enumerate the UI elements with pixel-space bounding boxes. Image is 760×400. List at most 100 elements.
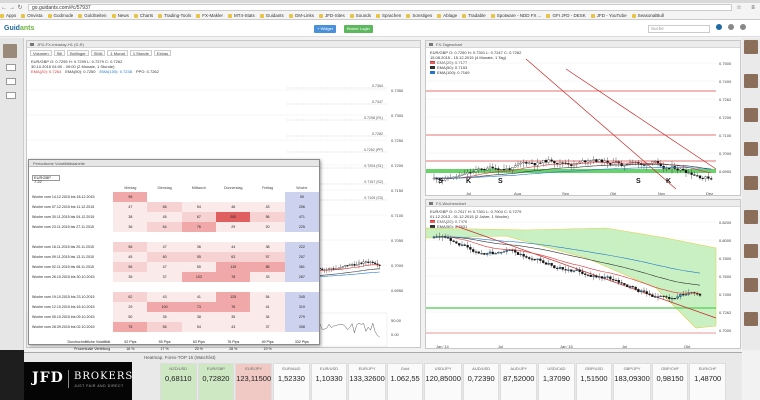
- search-input[interactable]: Suche: [648, 25, 710, 33]
- toolbar-item-3[interactable]: SMA: [90, 50, 106, 56]
- forward-icon[interactable]: →: [8, 5, 16, 11]
- avatar[interactable]: [744, 210, 758, 224]
- avatar[interactable]: [744, 142, 758, 156]
- heatmap-cell[interactable]: AUD/USD 0,72390: [462, 363, 500, 400]
- row-label: Woche vom 12.10.2015 bis 16.10.2015: [32, 305, 95, 309]
- pivot-label: 0.7109 (S3): [364, 196, 383, 200]
- bookmark-7[interactable]: FX-Makler: [196, 13, 223, 18]
- bookmark-18[interactable]: GFI JFD - DESK: [546, 13, 586, 18]
- candle: [598, 276, 601, 278]
- table-cell: 37: [250, 322, 285, 332]
- heatmap-cell[interactable]: EUR/JPY 123,11500: [235, 363, 273, 400]
- toolbar-item-2[interactable]: Bollinger: [67, 50, 89, 56]
- back-icon[interactable]: ←: [0, 5, 8, 11]
- sidebar-button-1[interactable]: [6, 64, 16, 71]
- table-cell: 85: [250, 262, 285, 272]
- bookmark-2[interactable]: Godmode: [47, 13, 73, 18]
- table-cell: 64: [147, 222, 182, 232]
- bookmark-0[interactable]: Apps: [0, 13, 16, 18]
- bookmark-16[interactable]: Tradable: [462, 13, 486, 18]
- heatmap-cell[interactable]: EUR/AUD 1,52330: [273, 363, 310, 400]
- heatmap-cells: NZD/USD 0,68110 EUR/GBP 0,72820 EUR/JPY 123,1…: [160, 363, 726, 400]
- toolbar-item-4[interactable]: 1 Monat: [107, 50, 128, 56]
- axis-tick-label: Sep: [562, 191, 570, 196]
- heatmap-cell[interactable]: USD/CAD 1,37090: [538, 363, 575, 400]
- bookmark-15[interactable]: Ablage: [437, 13, 457, 18]
- candle: [346, 265, 349, 267]
- toolbar-item-0[interactable]: Volumen: [30, 50, 52, 56]
- col-header-0: Montag: [124, 186, 137, 190]
- pair-select[interactable]: EURGBP 7.22: [32, 175, 60, 184]
- toolbar-item-6[interactable]: Extras: [153, 50, 172, 56]
- volatility-table: Montag Dienstag Mittwoch Donnerstag Freitag W…: [31, 184, 319, 366]
- heatmap-cell[interactable]: EUR/JPY 133,32600: [348, 363, 386, 400]
- sidebar-button-2[interactable]: [6, 78, 16, 85]
- bookmark-20[interactable]: SeasonalBull: [631, 13, 664, 18]
- avatar[interactable]: [744, 40, 758, 54]
- heatmap-cell[interactable]: USD/JPY 120,85000: [424, 363, 462, 400]
- heatmap-cell[interactable]: NZD/USD 0,68110: [160, 363, 197, 400]
- avatar[interactable]: [744, 176, 758, 190]
- toolbar-item-1[interactable]: Stil: [53, 50, 66, 56]
- summary-cell: 63 Pips: [192, 339, 205, 344]
- avatar[interactable]: [744, 108, 758, 122]
- bookmark-11[interactable]: JFD-Sites: [319, 13, 345, 18]
- avatar[interactable]: [3, 44, 17, 58]
- heatmap-cell[interactable]: AUD/JPY 87,52000: [500, 363, 538, 400]
- sidebar-button-3[interactable]: [6, 92, 16, 99]
- bookmark-10[interactable]: GM-Links: [288, 13, 314, 18]
- heatmap-cell[interactable]: Gold 1.062,55: [386, 363, 424, 400]
- table-cell: 38: [181, 312, 217, 322]
- avatar[interactable]: [744, 312, 758, 326]
- axis-tick-label: Okt: [610, 191, 617, 196]
- candle: [452, 240, 455, 242]
- broker-login-button[interactable]: Broker Login: [344, 25, 373, 33]
- candle: [505, 250, 508, 252]
- add-widget-button[interactable]: + Widget: [314, 25, 336, 33]
- heatmap-cell[interactable]: GBP/CHF 0,98150: [651, 363, 689, 400]
- row-label: Woche vom 26.10.2015 bis 30.10.2015: [32, 275, 95, 279]
- reload-icon[interactable]: ↻: [16, 4, 24, 11]
- avatar[interactable]: [744, 244, 758, 258]
- candle: [612, 162, 615, 165]
- heatmap-cell[interactable]: GBP/USD 1,51500: [575, 363, 613, 400]
- avatar[interactable]: [744, 74, 758, 88]
- bookmark-13[interactable]: Sprachen: [376, 13, 401, 18]
- heatmap-cell[interactable]: EUR/GBP 0,72820: [197, 363, 235, 400]
- candle: [508, 168, 511, 170]
- heatmap-cell[interactable]: GBP/JPY 183,09300: [613, 363, 651, 400]
- candle: [486, 253, 489, 255]
- candle: [371, 261, 374, 264]
- bookmark-17[interactable]: Spotware - NDD FX ...: [490, 13, 541, 18]
- bookmark-6[interactable]: Trading-Tools: [158, 13, 191, 18]
- bookmark-4[interactable]: News: [111, 13, 129, 18]
- bookmark-3[interactable]: GoldSeiten: [78, 13, 107, 18]
- guidants-logo[interactable]: Guidants: [4, 25, 34, 32]
- menu-icon[interactable]: ≡: [746, 5, 760, 11]
- bookmark-5[interactable]: Charts: [133, 13, 153, 18]
- bookmark-12[interactable]: Sounds: [349, 13, 371, 18]
- user-icon[interactable]: [716, 24, 722, 30]
- bookmark-8[interactable]: MT4-Stats: [227, 13, 255, 18]
- avatar[interactable]: [744, 278, 758, 292]
- bookmark-9[interactable]: Guidants: [259, 13, 284, 18]
- toolbar-item-5[interactable]: 1 Stunde: [129, 50, 152, 56]
- bookmark-19[interactable]: JFD - YouTube: [590, 13, 627, 18]
- settings-icon[interactable]: [728, 24, 734, 30]
- widget-title: FX-Wochenchart: [426, 200, 740, 207]
- heatmap-cell[interactable]: EUR/USD 1,10330: [310, 363, 348, 400]
- candle: [533, 162, 536, 166]
- daily-chart-canvas[interactable]: 0.7500 0.7400 0.7262 0.7200 0.7100 0.7000 0.69…: [426, 49, 741, 196]
- star-icon[interactable]: ☆: [732, 4, 746, 11]
- summary-row: Prozentuale Verteilung 16 % 17 % 20 % 28 % 19…: [31, 345, 319, 352]
- table-cell: 345: [284, 292, 319, 302]
- heatmap-cell[interactable]: EUR/CHF 1,48700: [689, 363, 726, 400]
- table-cell: [147, 282, 181, 292]
- bookmark-1[interactable]: Onvista: [21, 13, 43, 18]
- url-input[interactable]: go.guidants.com/#c/57937: [28, 4, 732, 11]
- bookmark-14[interactable]: Sonstiges: [406, 13, 432, 18]
- candle: [679, 168, 682, 171]
- weekly-chart-canvas[interactable]: 0.8200 0.8000 0.7800 0.7600 0.7400 0.7262 0.70…: [426, 208, 741, 349]
- axis-tick-label: Jan '14: [436, 344, 450, 349]
- help-icon[interactable]: [740, 24, 746, 30]
